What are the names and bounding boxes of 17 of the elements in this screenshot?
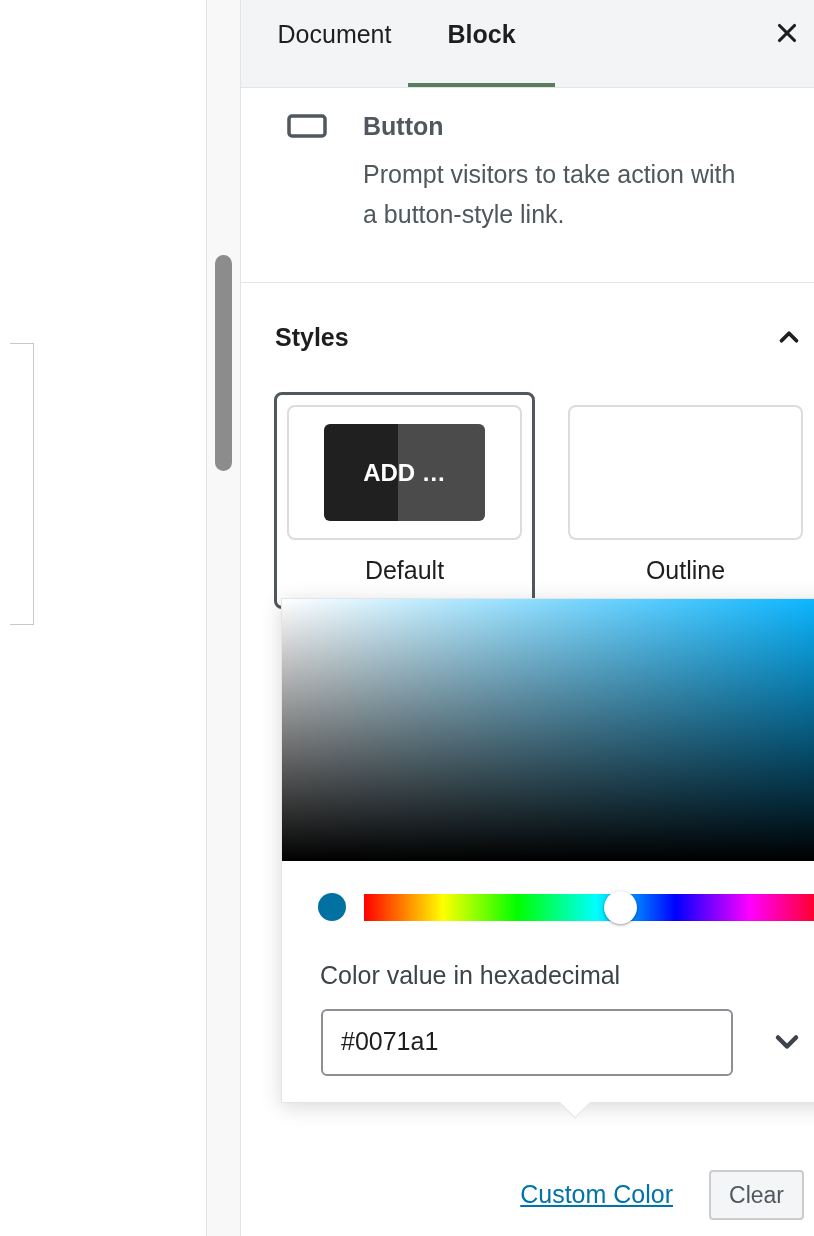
panel-title: Styles (275, 321, 349, 353)
slider-thumb[interactable] (603, 890, 637, 924)
saturation-area[interactable] (282, 599, 814, 861)
field-label: Color value in hexadecimal (319, 960, 622, 991)
color-swatch (318, 893, 346, 921)
button-preview: ADD … (324, 424, 485, 521)
button-block-icon (287, 114, 327, 138)
block-description: Prompt visitors to take action with a button-style link. (363, 158, 737, 230)
custom-color-link[interactable]: Custom Color (520, 1176, 674, 1214)
hex-input-field[interactable]: #0071a1 (321, 1008, 733, 1076)
block-title: Button (363, 111, 445, 142)
hue-slider[interactable] (364, 893, 814, 921)
clear-button[interactable]: Clear (709, 1170, 804, 1220)
scrollbar-thumb[interactable] (215, 255, 232, 471)
style-option[interactable]: ADD … Default (274, 392, 535, 609)
sidebar-tab[interactable]: Document (261, 0, 408, 87)
sidebar-tab[interactable]: Block (408, 0, 555, 87)
